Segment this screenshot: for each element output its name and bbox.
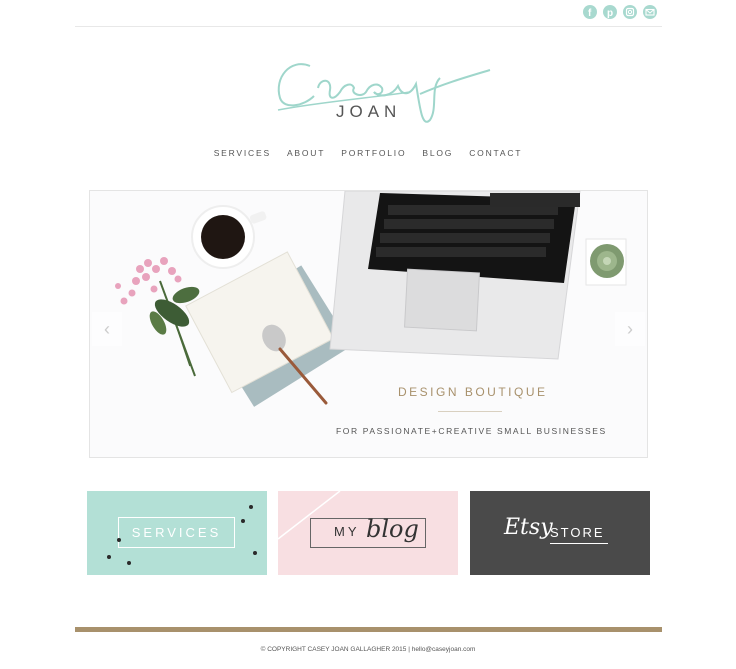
services-tile-label: SERVICES — [131, 525, 222, 540]
blog-tile[interactable]: MY blog — [278, 491, 458, 575]
logo-name: JOAN — [336, 102, 402, 121]
pinterest-icon[interactable]: p — [603, 5, 617, 19]
hero-title: DESIGN BOUTIQUE — [398, 385, 548, 399]
blog-tile-script: blog — [366, 515, 419, 543]
header-divider — [75, 26, 662, 27]
etsy-script: Etsy — [504, 515, 553, 540]
footer-copyright: © COPYRIGHT CASEY JOAN GALLAGHER 2015 | … — [260, 646, 476, 653]
nav-blog[interactable]: BLOG — [422, 148, 453, 158]
blog-tile-my: MY — [334, 524, 360, 539]
decor-dot — [107, 555, 111, 559]
services-tile[interactable]: SERVICES — [87, 491, 267, 575]
hero-slider: ‹ › DESIGN BOUTIQUE FOR PASSIONATE+CREAT… — [89, 190, 648, 458]
etsy-store-label: STORE — [550, 525, 605, 540]
slider-next-button[interactable]: › — [615, 312, 645, 346]
footer-bar — [75, 627, 662, 632]
hero-image — [115, 191, 627, 407]
hero-divider — [438, 411, 502, 412]
decor-dot — [249, 505, 253, 509]
nav-contact[interactable]: CONTACT — [469, 148, 522, 158]
etsy-store-tile[interactable]: Etsy STORE — [470, 491, 650, 575]
slider-prev-button[interactable]: ‹ — [92, 312, 122, 346]
etsy-underline — [550, 543, 608, 544]
nav-portfolio[interactable]: PORTFOLIO — [341, 148, 406, 158]
decor-dot — [117, 538, 121, 542]
site-logo[interactable]: JOAN — [270, 48, 500, 130]
nav-services[interactable]: SERVICES — [214, 148, 271, 158]
main-nav: SERVICES ABOUT PORTFOLIO BLOG CONTACT — [0, 148, 736, 158]
nav-about[interactable]: ABOUT — [287, 148, 325, 158]
decor-dot — [241, 519, 245, 523]
instagram-icon[interactable] — [623, 5, 637, 19]
svg-text:p: p — [607, 8, 613, 19]
email-icon[interactable] — [643, 5, 657, 19]
svg-text:f: f — [588, 8, 592, 19]
decor-dot — [253, 551, 257, 555]
social-links: f p — [583, 5, 657, 19]
facebook-icon[interactable]: f — [583, 5, 597, 19]
hero-subtitle: FOR PASSIONATE+CREATIVE SMALL BUSINESSES — [336, 426, 607, 436]
decor-dot — [127, 561, 131, 565]
